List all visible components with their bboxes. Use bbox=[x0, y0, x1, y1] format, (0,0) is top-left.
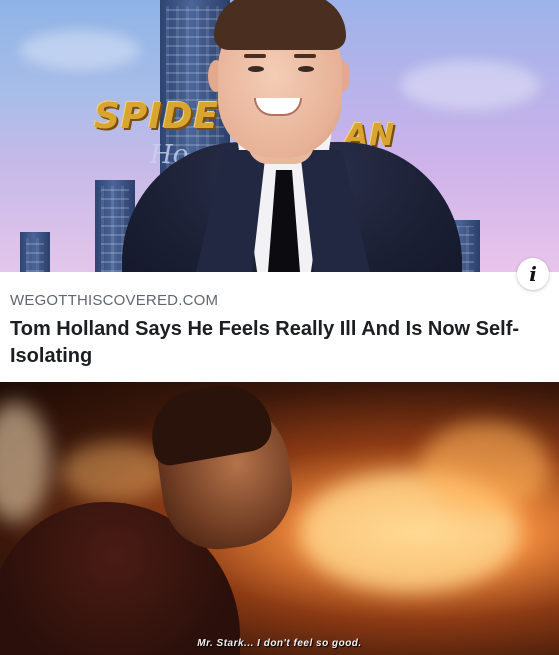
info-icon[interactable]: i bbox=[517, 258, 549, 290]
eyebrow-right bbox=[294, 54, 316, 58]
top-photo: SPIDE AN Ho bbox=[0, 0, 559, 272]
cloud bbox=[20, 30, 140, 70]
fire-glow bbox=[420, 422, 550, 512]
cloud bbox=[400, 60, 540, 110]
eye-left bbox=[248, 66, 264, 72]
backdrop-logo: SPIDE bbox=[94, 96, 220, 137]
eyebrow-left bbox=[244, 54, 266, 58]
movie-subtitle: Mr. Stark... I don't feel so good. bbox=[197, 638, 362, 649]
hair bbox=[214, 0, 346, 50]
article-source: WEGOTTHISCOVERED.COM bbox=[10, 292, 219, 309]
article-card[interactable]: i WEGOTTHISCOVERED.COM Tom Holland Says … bbox=[0, 258, 559, 382]
movie-still: Mr. Stark... I don't feel so good. bbox=[0, 382, 559, 655]
eye-right bbox=[298, 66, 314, 72]
article-headline[interactable]: Tom Holland Says He Feels Really Ill And… bbox=[10, 316, 530, 370]
fire-glow bbox=[0, 402, 50, 522]
building bbox=[20, 232, 50, 272]
